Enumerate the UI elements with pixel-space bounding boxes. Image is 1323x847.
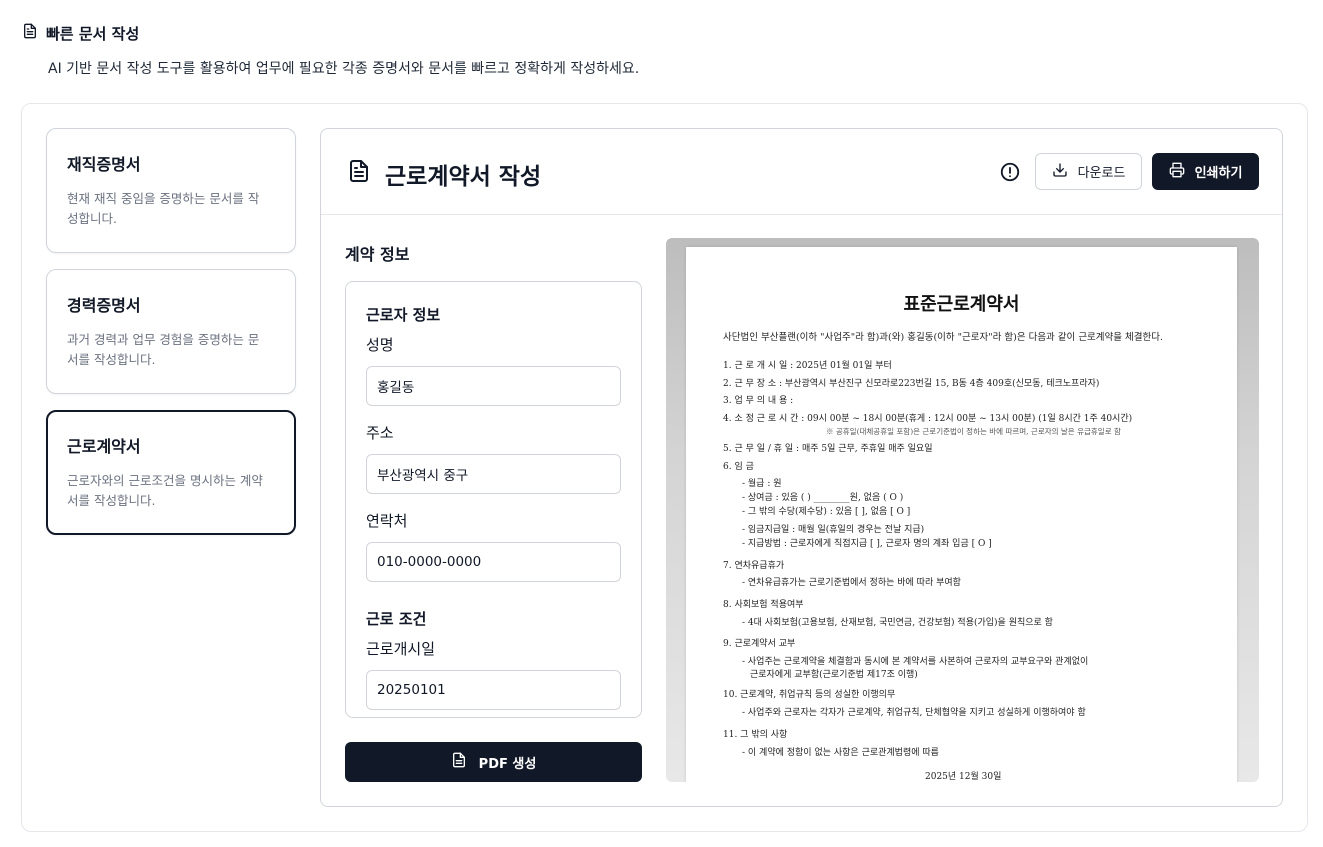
contract-line: - 월급 : 원 bbox=[742, 479, 782, 489]
contract-line: - 지급방법 : 근로자에게 직접지급 [ ], 근로자 명의 계좌 입금 [ … bbox=[742, 539, 992, 549]
contract-line: - 임금지급일 : 매월 일(휴일의 경우는 전날 지급) bbox=[742, 525, 925, 535]
doc-card-employment-contract[interactable]: 근로계약서 근로자와의 근로조건을 명시하는 계약 서를 작성합니다. bbox=[46, 410, 296, 535]
contract-line: 10. 근로계약, 취업규칙 등의 성실한 이행의무 bbox=[723, 690, 896, 700]
contract-line: 4. 소 정 근 로 시 간 : 09시 00분 ~ 18시 00분(휴게 : … bbox=[723, 414, 1133, 424]
contract-intro: 사단법인 부산플랜(이하 "사업주"라 함)과(와) 홍길동(이하 "근로자"라… bbox=[723, 332, 1164, 343]
pdf-button-label: PDF 생성 bbox=[478, 756, 537, 772]
contract-line: 1. 근 로 개 시 일 : 2025년 01월 01일 부터 bbox=[723, 361, 892, 371]
doc-card-description-line: 성합니다. bbox=[67, 211, 117, 226]
start-date-input[interactable] bbox=[366, 670, 621, 710]
doc-card-description-line: 근로자와의 근로조건을 명시하는 계약 bbox=[67, 473, 263, 488]
contract-line: 9. 근로계약서 교부 bbox=[723, 639, 796, 649]
contract-line: - 그 밖의 수당(제수당) : 있음 [ ], 없음 [ O ] bbox=[742, 507, 911, 517]
doc-card-description: 현재 재직 중임을 증명하는 문서를 작 성합니다. bbox=[67, 189, 275, 229]
document-preview[interactable]: 표준근로계약서 사단법인 부산플랜(이하 "사업주"라 함)과(와) 홍길동(이… bbox=[666, 238, 1259, 782]
contract-date: 2025년 12월 30일 bbox=[925, 772, 1002, 782]
contract-line: - 사업주는 근로계약을 체결함과 동시에 본 계약서를 사본하여 근로자의 교… bbox=[742, 657, 1089, 667]
name-input[interactable] bbox=[366, 366, 621, 406]
contract-line: - 이 계약에 정함이 없는 사항은 근로관계법령에 따름 bbox=[742, 748, 939, 758]
contract-line: 7. 연차유급휴가 bbox=[723, 561, 785, 571]
page-header: 빠른 문서 작성 AI 기반 문서 작성 도구를 활용하여 업무에 필요한 각종… bbox=[22, 22, 639, 77]
contract-line: 5. 근 무 일 / 휴 일 : 매주 5일 근무, 주휴일 매주 일요일 bbox=[723, 444, 933, 454]
doc-card-employment-certificate[interactable]: 재직증명서 현재 재직 중임을 증명하는 문서를 작 성합니다. bbox=[46, 128, 296, 253]
editor-panel: 근로계약서 작성 다운로드 인쇄하기 계약 정보 근로자 정보 성명 주소 연락… bbox=[320, 128, 1283, 807]
print-button-label: 인쇄하기 bbox=[1194, 166, 1243, 181]
contract-line: - 연차유급휴가는 근로기준법에서 정하는 바에 따라 부여함 bbox=[742, 578, 961, 588]
address-input[interactable] bbox=[366, 454, 621, 494]
contract-title: 표준근로계약서 bbox=[903, 294, 1020, 315]
pdf-generate-button[interactable]: PDF 생성 bbox=[345, 742, 642, 782]
contract-line: 6. 임 금 bbox=[723, 462, 754, 472]
phone-label: 연락처 bbox=[366, 512, 408, 530]
doc-card-description: 근로자와의 근로조건을 명시하는 계약 서를 작성합니다. bbox=[67, 471, 275, 511]
document-icon bbox=[347, 159, 371, 189]
name-label: 성명 bbox=[366, 336, 394, 354]
editor-title: 근로계약서 작성 bbox=[347, 157, 541, 191]
doc-card-title: 경력증명서 bbox=[67, 296, 141, 315]
contract-note: ※ 공휴일(대체공휴일 포함)은 근로기준법이 정하는 바에 따르며, 근로자의… bbox=[826, 427, 1121, 436]
page-title-text: 빠른 문서 작성 bbox=[46, 24, 140, 43]
document-icon bbox=[451, 752, 467, 772]
doc-card-description-line: 서를 작성합니다. bbox=[67, 493, 156, 508]
start-date-label: 근로개시일 bbox=[366, 640, 436, 658]
document-icon bbox=[22, 23, 38, 43]
editor-header: 근로계약서 작성 다운로드 인쇄하기 bbox=[321, 129, 1282, 215]
contract-line: - 4대 사회보험(고용보험, 산재보험, 국민연금, 건강보험) 적용(가입)… bbox=[742, 618, 1053, 628]
info-icon[interactable] bbox=[999, 161, 1021, 183]
worker-info-heading: 근로자 정보 bbox=[366, 306, 441, 324]
editor-title-text: 근로계약서 작성 bbox=[385, 164, 542, 190]
doc-card-description-line: 서를 작성합니다. bbox=[67, 352, 156, 367]
printer-icon bbox=[1169, 162, 1185, 182]
phone-input[interactable] bbox=[366, 542, 621, 582]
contract-line: 3. 업 무 의 내 용 : bbox=[723, 396, 794, 406]
contract-line: 11. 그 밖의 사항 bbox=[723, 730, 788, 740]
doc-card-title: 근로계약서 bbox=[67, 437, 141, 456]
page-description: AI 기반 문서 작성 도구를 활용하여 업무에 필요한 각종 증명서와 문서를… bbox=[48, 61, 640, 77]
doc-card-description: 과거 경력과 업무 경험을 증명하는 문 서를 작성합니다. bbox=[67, 330, 275, 370]
contract-line: 2. 근 무 장 소 : 부산광역시 부산진구 신모라로223번길 15, B동… bbox=[723, 379, 1100, 389]
download-icon bbox=[1052, 162, 1068, 182]
download-button-label: 다운로드 bbox=[1077, 166, 1126, 181]
doc-card-description-line: 현재 재직 중임을 증명하는 문서를 작 bbox=[67, 191, 260, 206]
contract-form[interactable]: 근로자 정보 성명 주소 연락처 근로 조건 근로개시일 bbox=[345, 281, 642, 718]
work-conditions-heading: 근로 조건 bbox=[366, 610, 427, 628]
page-title: 빠른 문서 작성 bbox=[22, 22, 139, 44]
contract-line: - 상여금 : 있음 ( ) ________원, 없음 ( O ) bbox=[742, 493, 904, 503]
contract-info-heading: 계약 정보 bbox=[345, 245, 410, 264]
print-button[interactable]: 인쇄하기 bbox=[1152, 153, 1259, 190]
contract-line: 근로자에게 교부함(근로기준법 제17조 이행) bbox=[750, 670, 918, 680]
download-button[interactable]: 다운로드 bbox=[1035, 153, 1142, 190]
doc-card-title: 재직증명서 bbox=[67, 155, 141, 174]
address-label: 주소 bbox=[366, 424, 394, 442]
contract-line: 8. 사회보험 적용여부 bbox=[723, 600, 804, 610]
contract-form-content: 근로자 정보 성명 주소 연락처 근로 조건 근로개시일 bbox=[366, 304, 621, 717]
doc-card-career-certificate[interactable]: 경력증명서 과거 경력과 업무 경험을 증명하는 문 서를 작성합니다. bbox=[46, 269, 296, 394]
document-page: 표준근로계약서 사단법인 부산플랜(이하 "사업주"라 함)과(와) 홍길동(이… bbox=[686, 247, 1237, 782]
doc-card-description-line: 과거 경력과 업무 경험을 증명하는 문 bbox=[67, 332, 260, 347]
contract-line: - 사업주와 근로자는 각자가 근로계약, 취업규칙, 단체협약을 지키고 성실… bbox=[742, 708, 1086, 718]
